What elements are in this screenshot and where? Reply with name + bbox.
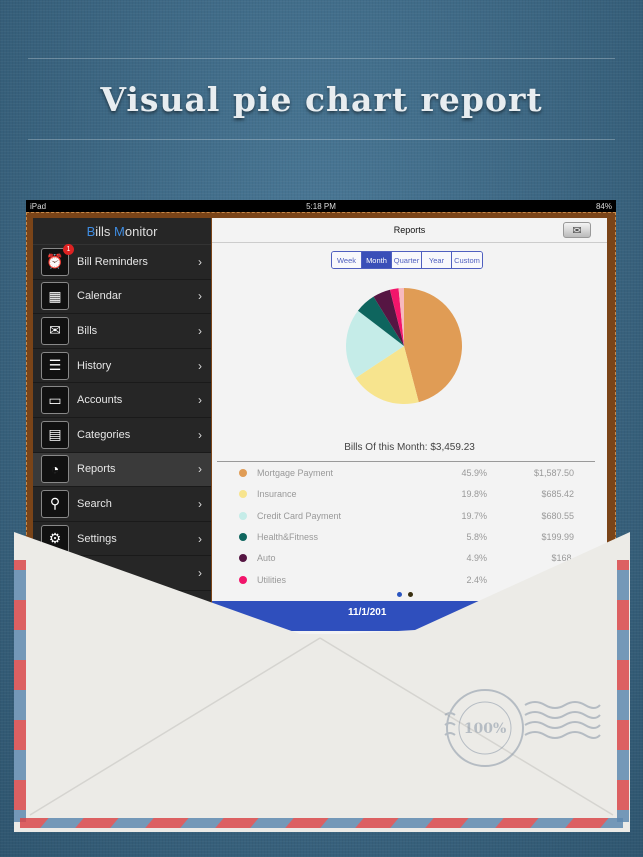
- airmail-stripe-left: [14, 560, 26, 822]
- airmail-stripe-bottom: [20, 818, 623, 828]
- stamp-text: 100%: [464, 721, 507, 737]
- envelope-overlay: 100%: [14, 532, 630, 832]
- envelope-body: [14, 532, 630, 832]
- airmail-stripe-right: [617, 560, 629, 822]
